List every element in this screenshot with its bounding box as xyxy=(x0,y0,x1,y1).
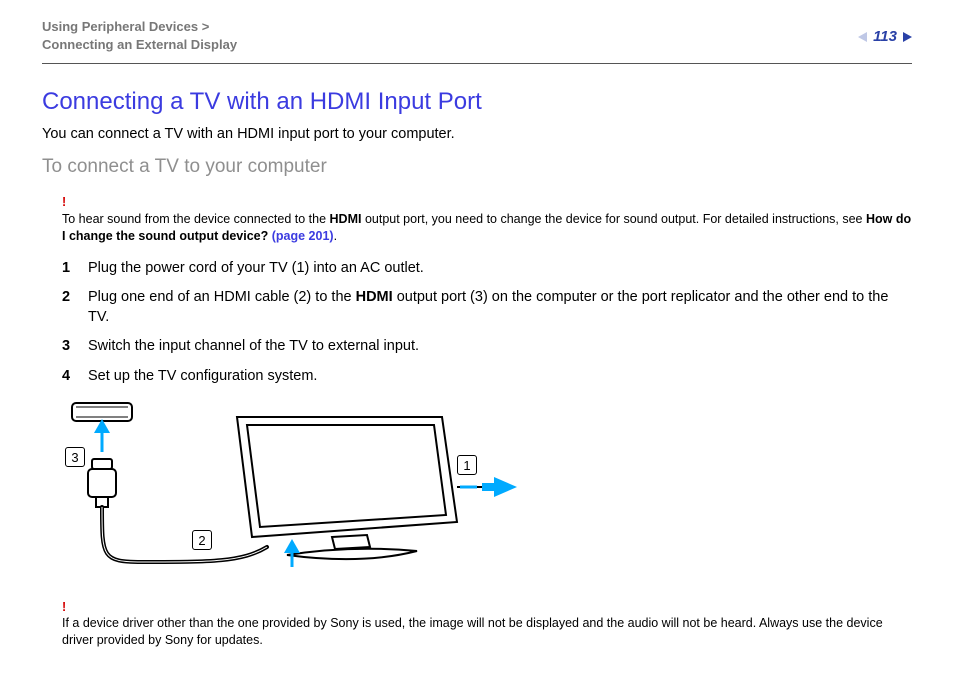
step-3: 3 Switch the input channel of the TV to … xyxy=(62,337,912,357)
step-text: Plug the power cord of your TV (1) into … xyxy=(88,259,912,279)
note-driver-text: If a device driver other than the one pr… xyxy=(62,616,883,647)
breadcrumb: Using Peripheral Devices > Connecting an… xyxy=(42,18,912,53)
illustration: 3 2 1 xyxy=(62,397,522,587)
note-hdmi: HDMI xyxy=(330,212,362,226)
prev-page-icon[interactable] xyxy=(858,32,867,42)
page-number: 113 xyxy=(873,28,897,45)
callout-3: 3 xyxy=(65,447,85,467)
note-text-mid: output port, you need to change the devi… xyxy=(361,212,866,226)
step-number: 4 xyxy=(62,367,88,387)
warning-icon: ! xyxy=(62,600,66,614)
step-number: 1 xyxy=(62,259,88,279)
step-1: 1 Plug the power cord of your TV (1) int… xyxy=(62,259,912,279)
step-4: 4 Set up the TV configuration system. xyxy=(62,367,912,387)
page-link[interactable]: (page 201) xyxy=(272,229,334,243)
callout-2: 2 xyxy=(192,530,212,550)
step-text: Set up the TV configuration system. xyxy=(88,367,912,387)
breadcrumb-line2: Connecting an External Display xyxy=(42,37,237,52)
subheading: To connect a TV to your computer xyxy=(42,156,912,178)
step-number: 3 xyxy=(62,337,88,357)
breadcrumb-line1: Using Peripheral Devices xyxy=(42,19,198,34)
step-number: 2 xyxy=(62,288,88,327)
step-text: Switch the input channel of the TV to ex… xyxy=(88,337,912,357)
lead-text: You can connect a TV with an HDMI input … xyxy=(42,126,912,142)
manual-page: Using Peripheral Devices > Connecting an… xyxy=(0,0,954,674)
note-driver: ! If a device driver other than the one … xyxy=(62,599,912,650)
page-title: Connecting a TV with an HDMI Input Port xyxy=(42,88,912,116)
chevron-icon: > xyxy=(202,19,210,34)
page-number-nav: 113 xyxy=(858,28,912,45)
callout-1: 1 xyxy=(457,455,477,475)
step-text: Plug one end of an HDMI cable (2) to the… xyxy=(88,288,912,327)
note-text-post: . xyxy=(334,229,337,243)
content-block: ! To hear sound from the device connecte… xyxy=(42,194,912,649)
note-text-pre: To hear sound from the device connected … xyxy=(62,212,330,226)
step-2: 2 Plug one end of an HDMI cable (2) to t… xyxy=(62,288,912,327)
next-page-icon[interactable] xyxy=(903,32,912,42)
header-rule xyxy=(42,63,912,64)
note-sound: ! To hear sound from the device connecte… xyxy=(62,194,912,245)
warning-icon: ! xyxy=(62,195,66,209)
